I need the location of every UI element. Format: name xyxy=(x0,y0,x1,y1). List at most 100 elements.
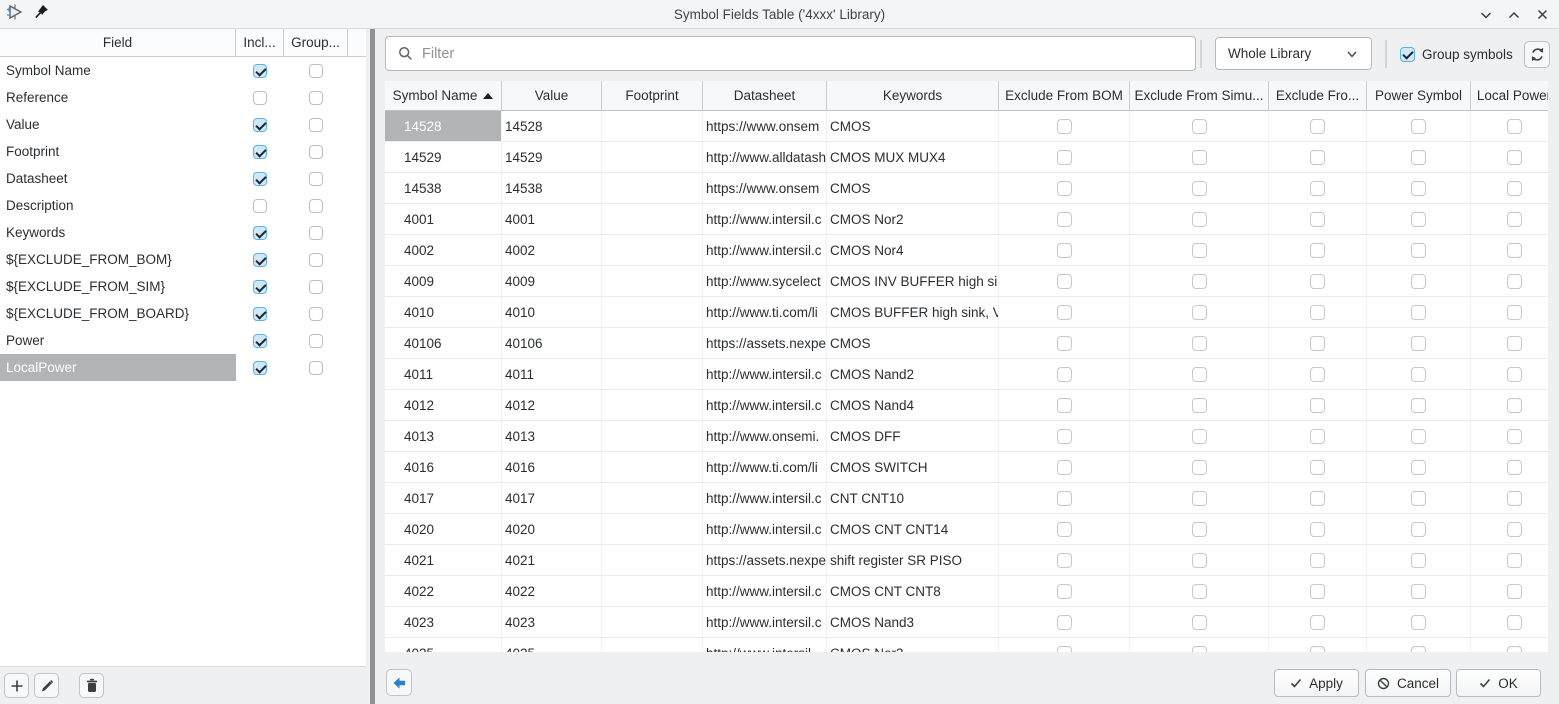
field-row[interactable]: Footprint xyxy=(0,138,366,165)
column-header-keywords[interactable]: Keywords xyxy=(827,81,999,111)
power-symbol-checkbox[interactable] xyxy=(1411,615,1426,630)
exclude-from-bom-checkbox[interactable] xyxy=(1057,615,1072,630)
exclude-from-board-checkbox[interactable] xyxy=(1310,181,1325,196)
cell-symbol-name[interactable]: 4022 xyxy=(385,576,502,607)
cell-datasheet[interactable]: http://www.ti.com/li xyxy=(703,297,827,328)
exclude-from-bom-checkbox[interactable] xyxy=(1057,491,1072,506)
cell-footprint[interactable] xyxy=(602,514,703,545)
power-symbol-checkbox[interactable] xyxy=(1411,367,1426,382)
exclude-from-board-checkbox[interactable] xyxy=(1310,646,1325,653)
power-symbol-checkbox[interactable] xyxy=(1411,305,1426,320)
symbol-row[interactable]: 40014001http://www.intersil.cCMOS Nor2 xyxy=(385,204,1548,235)
cell-value[interactable]: 4009 xyxy=(502,266,602,297)
exclude-from-board-checkbox[interactable] xyxy=(1310,274,1325,289)
field-label[interactable]: ${EXCLUDE_FROM_BOM} xyxy=(0,246,236,273)
cell-symbol-name[interactable]: 4017 xyxy=(385,483,502,514)
exclude-from-bom-checkbox[interactable] xyxy=(1057,553,1072,568)
edit-field-button[interactable] xyxy=(34,673,59,698)
cell-value[interactable]: 4001 xyxy=(502,204,602,235)
exclude-from-sim-checkbox[interactable] xyxy=(1192,429,1207,444)
cell-symbol-name[interactable]: 4025 xyxy=(385,638,502,652)
symbol-row[interactable]: 40174017http://www.intersil.cCNT CNT10 xyxy=(385,483,1548,514)
fields-column-header-field[interactable]: Field xyxy=(0,29,236,56)
cell-keywords[interactable]: CMOS xyxy=(827,328,999,359)
exclude-from-board-checkbox[interactable] xyxy=(1310,243,1325,258)
local-power-checkbox[interactable] xyxy=(1507,150,1522,165)
cell-keywords[interactable]: CMOS Nand4 xyxy=(827,390,999,421)
exclude-from-bom-checkbox[interactable] xyxy=(1057,584,1072,599)
cell-symbol-name[interactable]: 4009 xyxy=(385,266,502,297)
cell-datasheet[interactable]: http://www.alldatash xyxy=(703,142,827,173)
cell-symbol-name[interactable]: 4013 xyxy=(385,421,502,452)
cell-datasheet[interactable]: http://www.ti.com/li xyxy=(703,452,827,483)
cell-keywords[interactable]: CMOS Nor2 xyxy=(827,204,999,235)
field-row[interactable]: Keywords xyxy=(0,219,366,246)
cell-datasheet[interactable]: http://www.intersil.c xyxy=(703,483,827,514)
exclude-from-board-checkbox[interactable] xyxy=(1310,150,1325,165)
cell-symbol-name[interactable]: 4016 xyxy=(385,452,502,483)
field-group-by-checkbox[interactable] xyxy=(309,307,323,321)
cell-value[interactable]: 4020 xyxy=(502,514,602,545)
cell-datasheet[interactable]: http://www.intersil.c xyxy=(703,390,827,421)
exclude-from-board-checkbox[interactable] xyxy=(1310,522,1325,537)
exclude-from-sim-checkbox[interactable] xyxy=(1192,119,1207,134)
power-symbol-checkbox[interactable] xyxy=(1411,522,1426,537)
cell-footprint[interactable] xyxy=(602,483,703,514)
exclude-from-bom-checkbox[interactable] xyxy=(1057,274,1072,289)
local-power-checkbox[interactable] xyxy=(1507,398,1522,413)
field-group-by-checkbox[interactable] xyxy=(309,199,323,213)
exclude-from-board-checkbox[interactable] xyxy=(1310,367,1325,382)
cell-symbol-name[interactable]: 4002 xyxy=(385,235,502,266)
cell-value[interactable]: 4011 xyxy=(502,359,602,390)
field-include-checkbox[interactable] xyxy=(253,91,267,105)
exclude-from-sim-checkbox[interactable] xyxy=(1192,646,1207,653)
exclude-from-bom-checkbox[interactable] xyxy=(1057,305,1072,320)
cell-keywords[interactable]: CMOS CNT CNT8 xyxy=(827,576,999,607)
power-symbol-checkbox[interactable] xyxy=(1411,398,1426,413)
group-symbols-checkbox[interactable] xyxy=(1400,47,1415,62)
field-include-checkbox[interactable] xyxy=(253,334,267,348)
local-power-checkbox[interactable] xyxy=(1507,460,1522,475)
field-row[interactable]: ${EXCLUDE_FROM_BOARD} xyxy=(0,300,366,327)
cell-footprint[interactable] xyxy=(602,111,703,142)
column-header-exclude-fro[interactable]: Exclude Fro... xyxy=(1269,81,1367,111)
symbol-row[interactable]: 40104010http://www.ti.com/liCMOS BUFFER … xyxy=(385,297,1548,328)
exclude-from-sim-checkbox[interactable] xyxy=(1192,212,1207,227)
column-header-footprint[interactable]: Footprint xyxy=(602,81,703,111)
cell-footprint[interactable] xyxy=(602,607,703,638)
cell-symbol-name[interactable]: 14529 xyxy=(385,142,502,173)
cell-datasheet[interactable]: http://www.intersil xyxy=(703,638,827,652)
cell-keywords[interactable]: CMOS MUX MUX4 xyxy=(827,142,999,173)
cell-footprint[interactable] xyxy=(602,452,703,483)
cell-footprint[interactable] xyxy=(602,421,703,452)
local-power-checkbox[interactable] xyxy=(1507,336,1522,351)
local-power-checkbox[interactable] xyxy=(1507,491,1522,506)
local-power-checkbox[interactable] xyxy=(1507,429,1522,444)
field-label[interactable]: Datasheet xyxy=(0,165,236,192)
exclude-from-board-checkbox[interactable] xyxy=(1310,460,1325,475)
field-include-checkbox[interactable] xyxy=(253,145,267,159)
exclude-from-bom-checkbox[interactable] xyxy=(1057,119,1072,134)
column-header-symbol-name[interactable]: Symbol Name xyxy=(385,81,502,111)
symbol-row[interactable]: 40214021https://assets.nexpeshift regist… xyxy=(385,545,1548,576)
cell-keywords[interactable]: CMOS xyxy=(827,111,999,142)
refresh-button[interactable] xyxy=(1524,41,1550,68)
cell-symbol-name[interactable]: 4001 xyxy=(385,204,502,235)
cell-value[interactable]: 40106 xyxy=(502,328,602,359)
cell-datasheet[interactable]: http://www.intersil.c xyxy=(703,576,827,607)
field-row[interactable]: LocalPower xyxy=(0,354,366,381)
cell-footprint[interactable] xyxy=(602,638,703,652)
exclude-from-sim-checkbox[interactable] xyxy=(1192,243,1207,258)
cell-footprint[interactable] xyxy=(602,359,703,390)
power-symbol-checkbox[interactable] xyxy=(1411,181,1426,196)
field-row[interactable]: Symbol Name xyxy=(0,57,366,84)
maximize-button[interactable] xyxy=(1505,6,1523,24)
cell-value[interactable]: 14538 xyxy=(502,173,602,204)
cell-footprint[interactable] xyxy=(602,173,703,204)
power-symbol-checkbox[interactable] xyxy=(1411,429,1426,444)
cell-value[interactable]: 4023 xyxy=(502,607,602,638)
cell-symbol-name[interactable]: 40106 xyxy=(385,328,502,359)
cell-datasheet[interactable]: https://www.onsem xyxy=(703,173,827,204)
minimize-button[interactable] xyxy=(1477,6,1495,24)
cell-footprint[interactable] xyxy=(602,297,703,328)
